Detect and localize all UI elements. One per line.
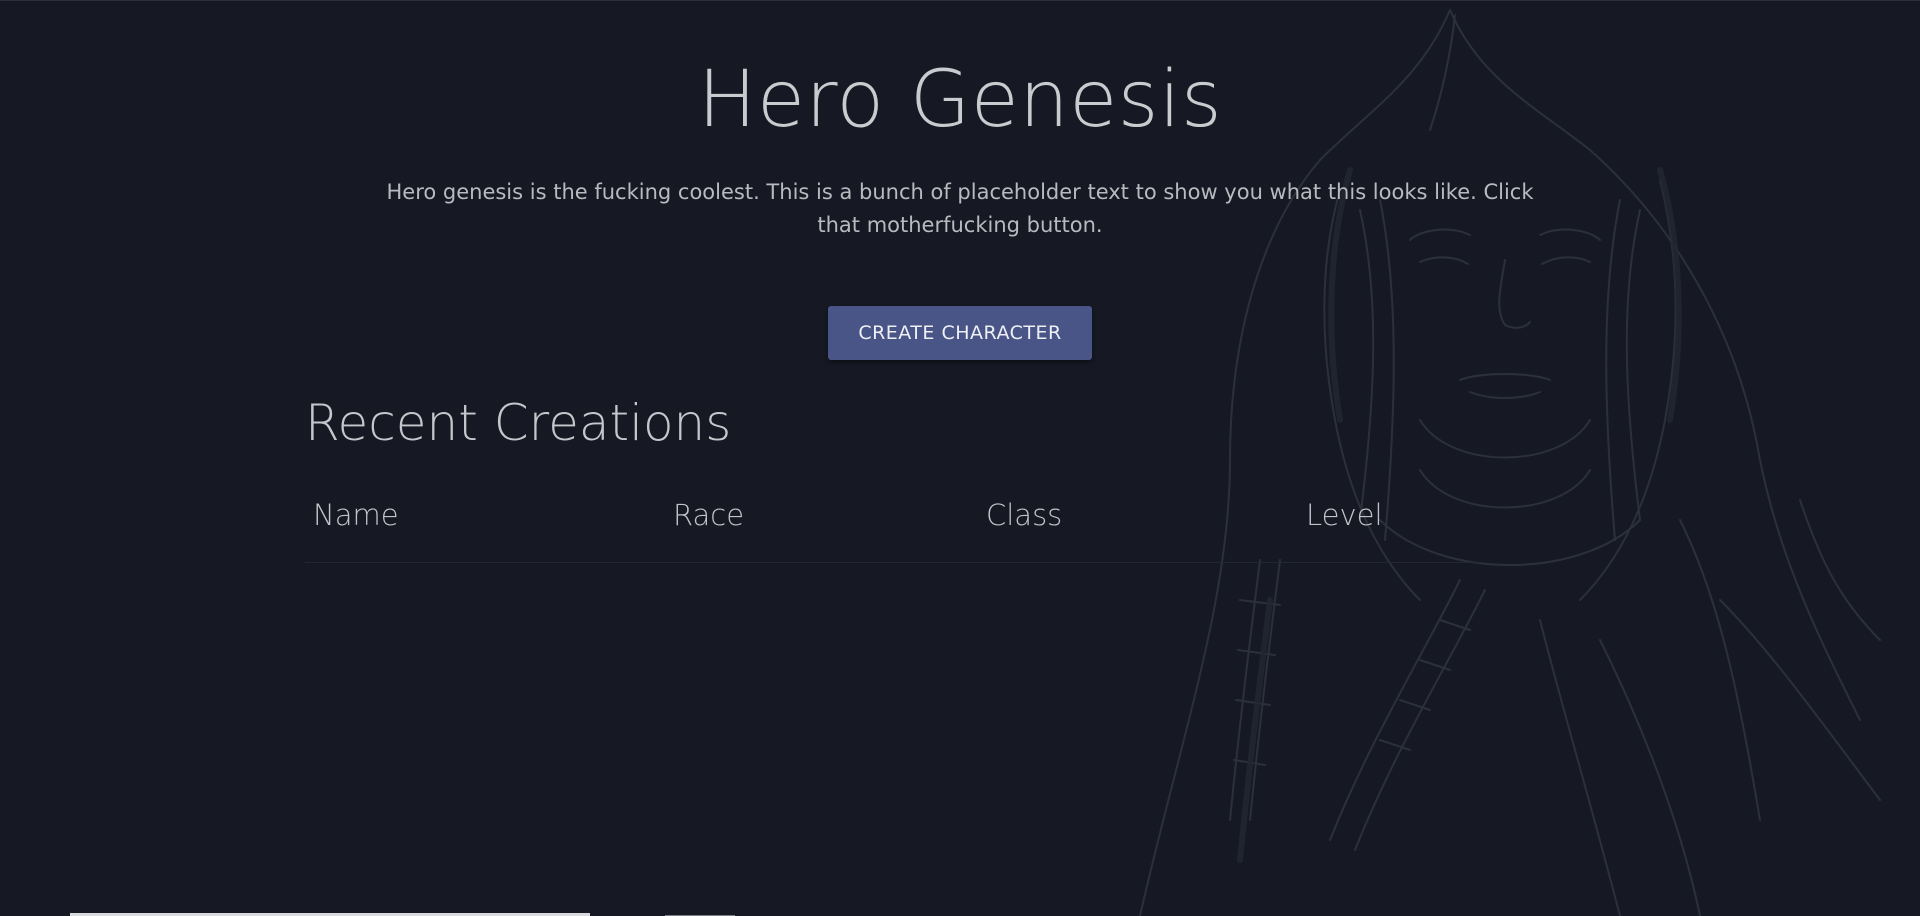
recent-creations-table-header: Name Race Class Level <box>305 490 1480 563</box>
hero-description: Hero genesis is the fucking coolest. Thi… <box>386 180 1534 237</box>
create-character-button[interactable]: CREATE CHARACTER <box>828 306 1092 360</box>
page-title: Hero Genesis <box>697 55 1223 145</box>
top-border <box>0 0 1920 1</box>
column-header-name: Name <box>313 498 399 532</box>
column-header-class: Class <box>986 498 1063 532</box>
column-header-race: Race <box>673 498 745 532</box>
recent-creations-title: Recent Creations <box>305 394 732 452</box>
column-header-level: Level <box>1306 498 1383 532</box>
